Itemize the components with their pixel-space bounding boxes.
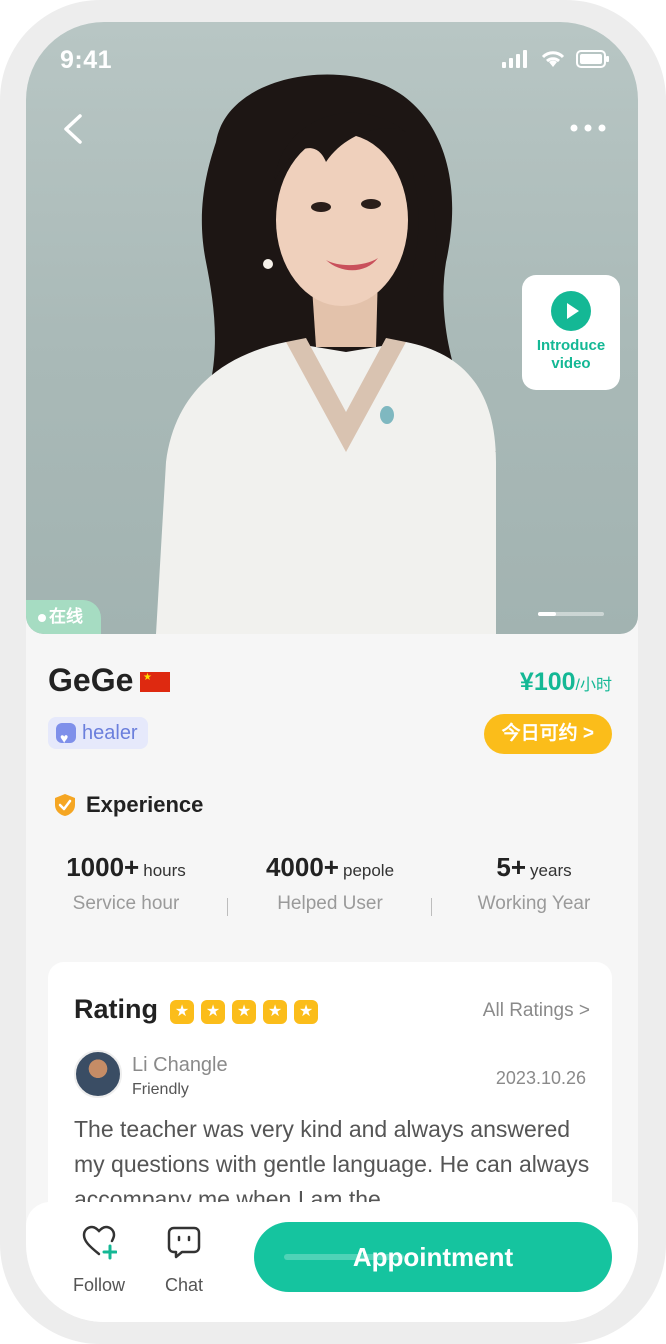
follow-label: Follow (72, 1275, 125, 1295)
all-ratings-link[interactable]: All Ratings > (483, 1000, 590, 1022)
star-icon: ★ (170, 1000, 194, 1024)
introduce-video-button[interactable]: Introduce video (522, 275, 620, 390)
stat-label: Working Year (477, 893, 591, 914)
heart-icon (56, 722, 76, 754)
online-dot-icon (38, 613, 46, 622)
experience-stats: 1000+ hours Service hour 4000+ pepole Help… (26, 852, 638, 922)
stat-helped-user: 4000+ pepole Helped User (230, 852, 430, 915)
stat-unit: hours (143, 861, 186, 880)
stat-service-hour: 1000+ hours Service hour (26, 852, 226, 915)
chat-icon (167, 1226, 201, 1259)
stat-value: 5+ (496, 852, 527, 882)
more-options-button[interactable] (568, 118, 608, 138)
price-amount: ¥100 (519, 668, 576, 696)
stat-divider (227, 898, 228, 916)
status-bar: 9:41 (26, 22, 638, 92)
star-icon: ★ (294, 1000, 318, 1024)
reviewer-info: Li Changle Friendly (132, 1054, 228, 1099)
phone-frame: 9:41 Introduce video 在线 GeGe ★ ¥100/小时 ♥… (0, 0, 666, 1344)
stat-value: 1000+ (66, 852, 140, 882)
stat-working-year: 5+ years Working Year (434, 852, 634, 915)
status-icons (502, 50, 610, 68)
signal-icon (502, 50, 527, 68)
rating-stars: ★ ★ ★ ★ ★ (170, 1000, 318, 1024)
status-time: 9:41 (60, 46, 113, 74)
rating-title: Rating (74, 994, 158, 1024)
price: ¥100/小时 (520, 668, 612, 697)
role-tag: healer (48, 717, 148, 754)
chat-button[interactable]: Chat (149, 1224, 219, 1296)
china-flag-icon: ★ (140, 672, 170, 692)
wifi-icon (541, 51, 565, 67)
experience-heading: Experience (54, 792, 203, 818)
stat-unit: years (530, 861, 572, 880)
experience-title: Experience (86, 792, 204, 817)
price-unit: /小时 (575, 677, 612, 694)
reviewer-avatar (74, 1050, 122, 1098)
online-status-badge: 在线 (26, 600, 101, 634)
online-label: 在线 (49, 607, 83, 626)
play-icon (551, 291, 591, 331)
stat-value: 4000+ (265, 852, 339, 882)
profile-photo-area: 9:41 Introduce video 在线 (26, 22, 638, 634)
profile-name: GeGe (48, 662, 134, 698)
battery-icon (576, 50, 609, 68)
appointment-button[interactable]: Appointment (254, 1222, 612, 1292)
stat-unit: pepole (342, 861, 395, 880)
stat-divider (431, 898, 432, 916)
chat-label: Chat (164, 1275, 204, 1295)
bottom-action-bar: Follow Chat Appointment (26, 1202, 638, 1322)
available-today-button[interactable]: 今日可约 > (483, 714, 612, 754)
app-screen: 9:41 Introduce video 在线 GeGe ★ ¥100/小时 ♥… (26, 22, 638, 1322)
star-icon: ★ (263, 1000, 287, 1024)
verified-shield-icon (55, 794, 75, 816)
introduce-video-label: Introduce video (536, 337, 606, 372)
stat-label: Helped User (277, 893, 383, 914)
photo-pager-active (538, 612, 556, 616)
stat-label: Service hour (72, 893, 180, 914)
review-date: 2023.10.26 (495, 1068, 586, 1088)
star-icon: ★ (232, 1000, 256, 1024)
star-icon: ★ (201, 1000, 225, 1024)
back-button[interactable] (56, 112, 90, 146)
reviewer-name: Li Changle (132, 1054, 228, 1076)
heart-plus-icon (82, 1225, 118, 1260)
role-tag-label: healer (82, 722, 138, 744)
reviewer-tag: Friendly (132, 1081, 189, 1098)
follow-button[interactable]: Follow (64, 1224, 134, 1296)
photo-pager (538, 612, 604, 616)
